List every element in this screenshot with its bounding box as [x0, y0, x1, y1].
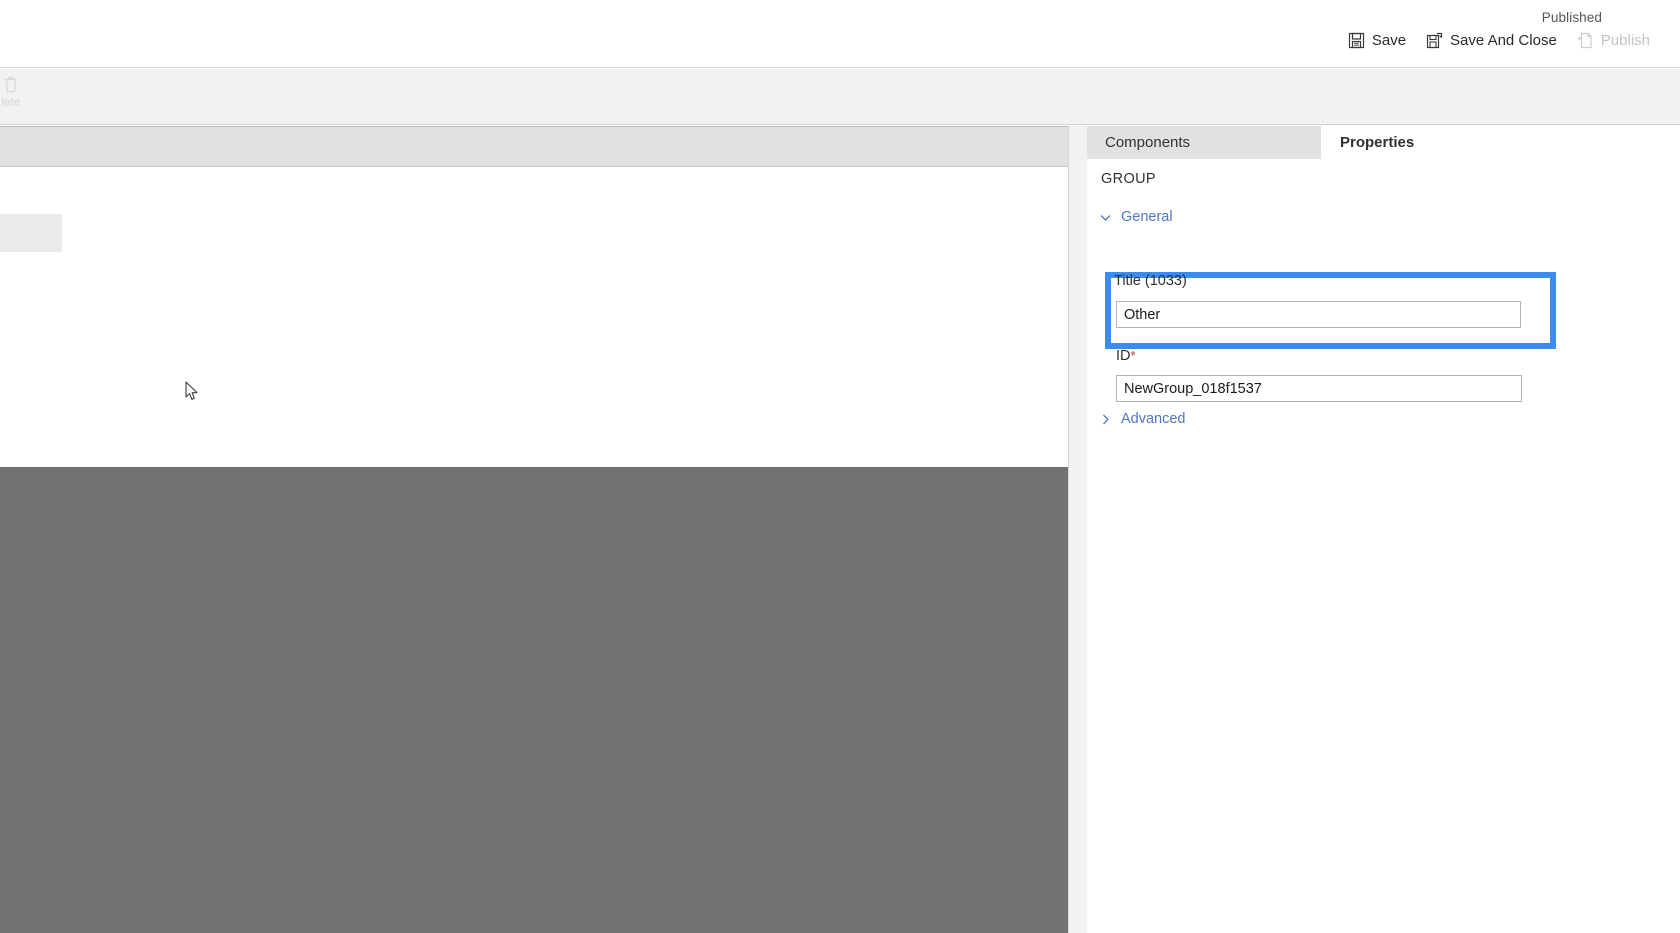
tab-components-label: Components: [1105, 134, 1190, 151]
delete-button[interactable]: lete: [0, 75, 40, 109]
tab-components[interactable]: Components: [1087, 126, 1321, 159]
title-input[interactable]: [1116, 301, 1521, 328]
properties-panel: Components Properties GROUP General Titl…: [1087, 126, 1680, 933]
save-disk-icon: [1348, 32, 1365, 49]
publish-button[interactable]: Publish: [1567, 28, 1660, 53]
secondary-toolbar: lete: [0, 69, 1680, 125]
save-and-close-button-label: Save And Close: [1450, 32, 1557, 49]
panel-tab-strip: Components Properties: [1087, 126, 1680, 159]
panel-divider: [1068, 126, 1087, 933]
canvas-field-placeholder[interactable]: [0, 214, 62, 252]
command-actions-group: Save Save And Close: [1338, 28, 1660, 53]
canvas-form-body[interactable]: [0, 168, 1068, 467]
selected-component-type: GROUP: [1101, 171, 1156, 187]
save-and-close-button[interactable]: Save And Close: [1416, 28, 1567, 53]
trash-icon: [3, 75, 19, 93]
form-designer-canvas[interactable]: [0, 126, 1068, 933]
section-header-advanced[interactable]: Advanced: [1099, 411, 1186, 427]
section-header-general[interactable]: General: [1099, 209, 1173, 225]
save-and-close-icon: [1426, 32, 1443, 49]
required-marker: *: [1131, 348, 1136, 363]
delete-button-label: lete: [1, 95, 20, 109]
save-button[interactable]: Save: [1338, 28, 1416, 53]
id-field-label-text: ID: [1116, 348, 1131, 364]
id-field-label: ID*: [1116, 348, 1136, 364]
top-command-bar: Published Save: [0, 0, 1680, 68]
canvas-header-band: [0, 126, 1068, 167]
properties-panel-content: GROUP General Title (1033) ID*: [1087, 159, 1680, 933]
published-status-text: Published: [1542, 10, 1602, 25]
publish-button-label: Publish: [1601, 32, 1650, 49]
publish-page-icon: [1577, 32, 1594, 49]
chevron-right-icon: [1099, 413, 1112, 426]
tab-properties[interactable]: Properties: [1321, 126, 1680, 159]
section-advanced-label: Advanced: [1121, 411, 1186, 427]
id-input[interactable]: [1116, 375, 1522, 402]
section-general-label: General: [1121, 209, 1173, 225]
chevron-down-icon: [1099, 211, 1112, 224]
title-field-label: Title (1033): [1114, 273, 1187, 289]
save-button-label: Save: [1372, 32, 1406, 49]
tab-properties-label: Properties: [1340, 134, 1414, 151]
canvas-dim-overlay: [0, 467, 1068, 933]
